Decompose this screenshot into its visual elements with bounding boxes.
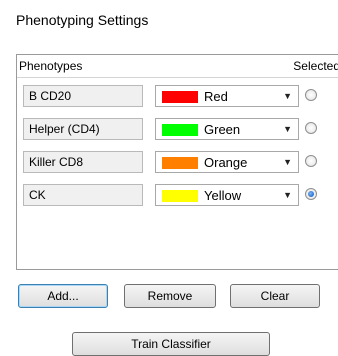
- chevron-down-icon: ▼: [283, 91, 292, 101]
- color-dropdown[interactable]: Yellow ▼: [155, 184, 299, 206]
- clear-button[interactable]: Clear: [230, 284, 320, 308]
- color-swatch: [162, 190, 198, 202]
- color-label: Green: [204, 122, 241, 137]
- selected-radio[interactable]: [305, 89, 317, 101]
- remove-button[interactable]: Remove: [124, 284, 216, 308]
- phenotype-name-field[interactable]: Killer CD8: [23, 151, 143, 173]
- phenotype-name-field[interactable]: B CD20: [23, 85, 143, 107]
- selected-radio[interactable]: [305, 155, 317, 167]
- phenotype-row: B CD20 Red ▼: [17, 85, 338, 109]
- selected-radio[interactable]: [305, 122, 317, 134]
- chevron-down-icon: ▼: [283, 124, 292, 134]
- color-swatch: [162, 157, 198, 169]
- phenotype-name-field[interactable]: Helper (CD4): [23, 118, 143, 140]
- header-divider: [17, 77, 338, 78]
- color-label: Red: [204, 89, 228, 104]
- selected-header: Selected: [293, 59, 338, 73]
- color-label: Orange: [204, 155, 248, 170]
- add-button[interactable]: Add...: [18, 284, 108, 308]
- color-dropdown[interactable]: Green ▼: [155, 118, 299, 140]
- phenotype-row: CK Yellow ▼: [17, 184, 338, 208]
- chevron-down-icon: ▼: [283, 190, 292, 200]
- phenotype-row: Killer CD8 Orange ▼: [17, 151, 338, 175]
- page-title: Phenotyping Settings: [16, 12, 149, 28]
- color-label: Yellow: [204, 188, 242, 203]
- phenotypes-header: Phenotypes: [19, 59, 83, 73]
- phenotypes-panel: Phenotypes Selected B CD20 Red ▼ Helper …: [16, 54, 338, 270]
- phenotype-name-field[interactable]: CK: [23, 184, 143, 206]
- chevron-down-icon: ▼: [283, 157, 292, 167]
- color-dropdown[interactable]: Orange ▼: [155, 151, 299, 173]
- phenotype-row: Helper (CD4) Green ▼: [17, 118, 338, 142]
- selected-radio[interactable]: [305, 188, 317, 200]
- train-classifier-button[interactable]: Train Classifier: [72, 332, 270, 356]
- color-dropdown[interactable]: Red ▼: [155, 85, 299, 107]
- color-swatch: [162, 91, 198, 103]
- color-swatch: [162, 124, 198, 136]
